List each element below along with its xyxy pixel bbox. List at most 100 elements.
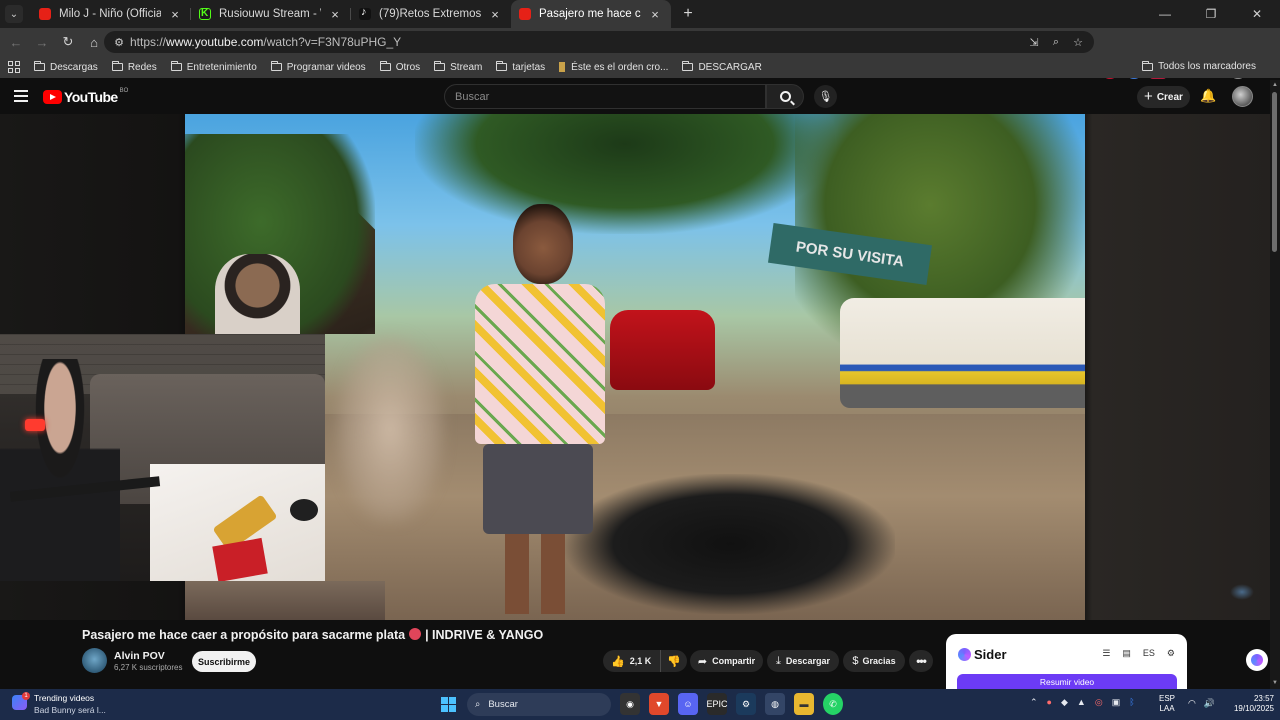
- country-code: BO: [119, 88, 129, 94]
- subtitle-icon[interactable]: ▤: [1122, 648, 1131, 659]
- reload-icon[interactable]: ↻: [56, 30, 80, 54]
- new-tab-icon[interactable]: +: [677, 5, 699, 23]
- widget-subtitle: Bad Bunny será l...: [34, 705, 106, 715]
- folder-icon: [379, 61, 391, 71]
- tray-app-icon[interactable]: ●: [1047, 697, 1052, 708]
- browser-tab-1[interactable]: Milo J - Niño (Official Video) - YouTube…: [31, 0, 191, 28]
- sider-title: Sider: [974, 647, 1007, 662]
- bookmark-folder[interactable]: Otros: [379, 61, 420, 73]
- folder-icon: [434, 61, 446, 71]
- microphone-icon: 🎙: [818, 91, 833, 103]
- youtube-icon: [39, 8, 51, 20]
- all-bookmarks-folder[interactable]: Todos los marcadores: [1142, 60, 1256, 72]
- bookmark-link[interactable]: Éste es el orden cro...: [559, 62, 668, 73]
- apps-grid-icon[interactable]: [8, 61, 20, 73]
- bluetooth-icon[interactable]: ᛒ: [1129, 697, 1134, 708]
- close-window-icon[interactable]: ✕: [1234, 0, 1280, 28]
- youtube-icon: [519, 8, 531, 20]
- sider-logo-icon: [958, 648, 971, 661]
- zoom-icon[interactable]: ⌕: [1048, 34, 1064, 50]
- windows-start-icon[interactable]: [441, 697, 456, 712]
- close-tab-icon[interactable]: ×: [167, 7, 183, 22]
- browser-tab-2[interactable]: Rusiouwu Stream - Watch Live on Kick ×: [191, 0, 351, 28]
- thumbs-down-icon: 👎: [667, 655, 681, 668]
- bookmark-folder[interactable]: Programar videos: [270, 61, 366, 73]
- system-status[interactable]: ◠ 🔊: [1188, 698, 1215, 709]
- language-selector[interactable]: ES: [1143, 648, 1155, 659]
- folder-icon: [111, 61, 123, 71]
- scroll-up-icon[interactable]: ▲: [1272, 82, 1278, 88]
- bookmark-folder[interactable]: Redes: [111, 61, 157, 73]
- home-icon[interactable]: ⌂: [82, 30, 106, 54]
- list-view-icon[interactable]: ☰: [1102, 648, 1110, 659]
- tab-search-button[interactable]: ⌄: [5, 5, 23, 23]
- bookmark-folder[interactable]: Entretenimiento: [170, 61, 257, 73]
- download-icon: ⤓: [776, 654, 781, 667]
- notifications-bell-icon[interactable]: 🔔: [1200, 88, 1216, 104]
- widgets-button[interactable]: 1 Trending videos Bad Bunny será l...: [12, 692, 106, 715]
- user-avatar[interactable]: [1232, 86, 1253, 107]
- tray-app-icon[interactable]: ▲: [1077, 697, 1086, 708]
- steam-icon[interactable]: ⚙: [736, 693, 756, 715]
- close-tab-icon[interactable]: ×: [327, 7, 343, 22]
- chrome-icon[interactable]: ◍: [765, 693, 785, 715]
- bookmark-folder[interactable]: DESCARGAR: [682, 61, 762, 73]
- tray-app-icon[interactable]: ◎: [1095, 697, 1103, 708]
- restore-icon[interactable]: ❐: [1188, 0, 1234, 28]
- summarize-video-button[interactable]: Resumir video: [957, 674, 1177, 690]
- menu-hamburger-icon[interactable]: [14, 90, 28, 102]
- voice-search-button[interactable]: 🎙: [814, 85, 837, 108]
- search-button[interactable]: [766, 84, 804, 109]
- widget-title: Trending videos: [34, 693, 95, 703]
- wifi-icon: ◠: [1188, 698, 1196, 708]
- brave-icon[interactable]: ▼: [649, 693, 669, 715]
- dislike-button[interactable]: 👎: [661, 655, 687, 668]
- tray-app-icon[interactable]: ▣: [1112, 697, 1121, 708]
- plus-icon: +: [1144, 88, 1153, 105]
- taskbar-apps: ◉ ▼ ☺ EPIC ⚙ ◍ ▬ ✆: [620, 693, 843, 715]
- bookmark-folder[interactable]: tarjetas: [496, 61, 545, 73]
- file-explorer-icon[interactable]: ▬: [794, 693, 814, 715]
- close-tab-icon[interactable]: ×: [487, 7, 503, 22]
- close-tab-icon[interactable]: ×: [647, 7, 663, 22]
- obs-icon[interactable]: ◉: [620, 693, 640, 715]
- install-app-icon[interactable]: ⇲: [1026, 34, 1042, 50]
- share-button[interactable]: ➦ Compartir: [690, 650, 763, 672]
- bookmark-folder[interactable]: Descargas: [34, 61, 98, 73]
- share-arrow-icon: ➦: [697, 655, 708, 668]
- more-actions-button[interactable]: •••: [909, 650, 933, 672]
- create-button[interactable]: + Crear: [1137, 86, 1190, 108]
- like-button[interactable]: 👍 2,1 K: [603, 650, 661, 672]
- discord-icon[interactable]: ☺: [678, 693, 698, 715]
- taskbar-clock[interactable]: 23:57 19/10/2025: [1222, 694, 1274, 714]
- taskbar-search[interactable]: ⌕ Buscar: [467, 693, 611, 716]
- address-bar[interactable]: ⚙ https://www.youtube.com/watch?v=F3N78u…: [104, 31, 1094, 53]
- youtube-logo[interactable]: YouTube BO: [43, 88, 129, 105]
- site-info-icon[interactable]: ⚙: [108, 36, 130, 49]
- scroll-down-icon[interactable]: ▼: [1272, 680, 1278, 686]
- sider-floating-button[interactable]: [1246, 649, 1268, 671]
- input-language[interactable]: ESP LAA: [1159, 694, 1175, 714]
- thanks-button[interactable]: $ Gracias: [843, 650, 905, 672]
- page-scrollbar[interactable]: ▲ ▼: [1270, 80, 1280, 690]
- subscriber-count: 6,27 K suscriptores: [114, 663, 183, 672]
- tray-app-icon[interactable]: ◆: [1061, 697, 1068, 708]
- download-button[interactable]: ⤓ Descargar: [767, 650, 839, 672]
- browser-tab-3[interactable]: (79)Retos Extremos con 7VIP FF | TikTok …: [351, 0, 511, 28]
- browser-tab-4-active[interactable]: Pasajero me hace caer a propósito ×: [511, 0, 671, 28]
- bookmark-star-icon[interactable]: ☆: [1070, 34, 1086, 50]
- tiktok-icon: [359, 6, 371, 20]
- back-icon[interactable]: ←: [4, 30, 28, 54]
- scrollbar-thumb[interactable]: [1272, 92, 1277, 252]
- tray-overflow-icon[interactable]: ⌃: [1030, 697, 1038, 708]
- search-input[interactable]: Buscar: [444, 84, 766, 109]
- forward-icon[interactable]: →: [30, 30, 54, 54]
- minimize-icon[interactable]: —: [1142, 0, 1188, 28]
- channel-avatar[interactable]: [82, 648, 107, 673]
- subscribe-button[interactable]: Suscribirme: [192, 651, 256, 672]
- bookmark-folder[interactable]: Stream: [434, 61, 482, 73]
- whatsapp-icon[interactable]: ✆: [823, 693, 843, 715]
- epic-games-icon[interactable]: EPIC: [707, 693, 728, 715]
- channel-name[interactable]: Alvin POV: [114, 650, 165, 662]
- settings-gear-icon[interactable]: ⚙: [1167, 648, 1175, 659]
